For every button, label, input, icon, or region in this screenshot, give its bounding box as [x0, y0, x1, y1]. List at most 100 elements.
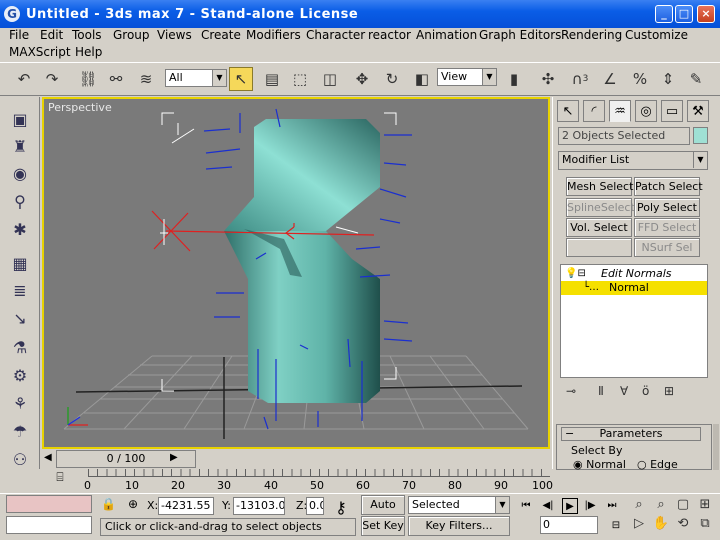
- spline-select-button[interactable]: SplineSelect: [566, 198, 635, 217]
- time-config-icon[interactable]: ⊟: [608, 518, 624, 534]
- move-icon[interactable]: ✥: [350, 67, 374, 91]
- x-coord-field[interactable]: -4231.55: [158, 497, 214, 515]
- zoom-icon[interactable]: ⌕: [630, 496, 648, 514]
- menu-animation[interactable]: Animation: [416, 28, 477, 42]
- modifier-list-dropdown[interactable]: Modifier List ▼: [558, 151, 708, 170]
- ffd-select-button[interactable]: FFD Select: [634, 218, 700, 237]
- lights-tab-icon[interactable]: ↘: [8, 306, 32, 330]
- show-end-result-icon[interactable]: Ⅱ: [598, 384, 604, 398]
- menu-customize[interactable]: Customize: [625, 28, 688, 42]
- goto-end-icon[interactable]: ⏭: [604, 498, 620, 514]
- goto-start-icon[interactable]: ⏮: [518, 498, 534, 514]
- maxscript-input-mini[interactable]: [6, 516, 92, 534]
- manipulate-icon[interactable]: ✣: [536, 67, 560, 91]
- modifiers-tab-icon[interactable]: ⚙: [8, 363, 32, 387]
- empty-modifier-button[interactable]: [566, 238, 632, 257]
- object-color-swatch[interactable]: [693, 127, 708, 144]
- lock-selection-icon[interactable]: 🔒: [101, 497, 116, 511]
- arc-rotate-icon[interactable]: ⟲: [674, 515, 692, 533]
- next-key-icon[interactable]: |▶: [582, 498, 598, 514]
- utilities-tab-icon[interactable]: ⚒: [687, 100, 709, 122]
- y-coord-field[interactable]: -13103.094: [233, 497, 285, 515]
- next-frame-icon[interactable]: ▶: [170, 452, 178, 463]
- stack-item-edit-normals[interactable]: 💡⊟ Edit Normals: [561, 267, 707, 281]
- menu-group[interactable]: Group: [113, 28, 150, 42]
- menu-tools[interactable]: Tools: [72, 28, 102, 42]
- shapes-tab-icon[interactable]: ♜: [8, 134, 32, 158]
- pivot-icon[interactable]: ▮: [502, 67, 526, 91]
- selection-name-field[interactable]: 2 Objects Selected: [558, 127, 690, 145]
- vol-select-button[interactable]: Vol. Select: [566, 218, 632, 237]
- menu-character[interactable]: Character: [306, 28, 365, 42]
- materials-tab-icon[interactable]: ⚗: [8, 335, 32, 359]
- patch-select-button[interactable]: Patch Select: [634, 177, 703, 196]
- key-mode-dropdown[interactable]: Selected ▼: [408, 496, 510, 514]
- cameras-tab-icon[interactable]: ≣: [8, 278, 32, 302]
- zoom-extents-icon[interactable]: ▢: [674, 496, 692, 514]
- lightbulb-icon[interactable]: 💡⊟: [565, 267, 586, 281]
- close-button[interactable]: ×: [697, 5, 715, 23]
- modifier-stack[interactable]: 💡⊟ Edit Normals └… Normal: [560, 264, 708, 378]
- select-by-name-icon[interactable]: ▤: [260, 67, 284, 91]
- helpers-tab-icon[interactable]: ✱: [8, 217, 32, 241]
- stack-item-normal[interactable]: └… Normal: [561, 281, 707, 295]
- 3dsmax-app-icon[interactable]: G: [4, 6, 20, 22]
- surface-tab-icon[interactable]: ▦: [8, 251, 32, 275]
- maximize-viewport-icon[interactable]: ⧉: [696, 515, 714, 533]
- motion-tab-icon[interactable]: ◎: [635, 100, 657, 122]
- parameters-rollout-header[interactable]: − Parameters: [561, 427, 701, 441]
- menu-maxscript[interactable]: MAXScript: [9, 45, 71, 59]
- modify-tab-icon[interactable]: ◜: [583, 100, 605, 122]
- prev-frame-icon[interactable]: ◀: [44, 452, 52, 463]
- objects-tab-icon[interactable]: ▣: [8, 107, 32, 131]
- window-crossing-icon[interactable]: ◫: [318, 67, 342, 91]
- unlink-icon[interactable]: ⚯: [104, 67, 128, 91]
- command-panel-scrollbar[interactable]: [713, 424, 719, 470]
- reference-coord-dropdown[interactable]: View ▼: [437, 68, 497, 86]
- undo-icon[interactable]: ↶: [12, 67, 36, 91]
- maxscript-listener-mini[interactable]: [6, 495, 92, 513]
- z-coord-field[interactable]: 0.0: [306, 497, 324, 515]
- angle-snap-icon[interactable]: ∠: [598, 67, 622, 91]
- radio-normal[interactable]: ◉ Normal: [573, 458, 626, 471]
- select-icon[interactable]: ↖: [229, 67, 253, 91]
- menu-help[interactable]: Help: [75, 45, 102, 59]
- radio-edge[interactable]: ○ Edge: [637, 458, 678, 471]
- configure-sets-icon[interactable]: ⊞: [664, 384, 674, 398]
- menu-reactor[interactable]: reactor: [368, 28, 411, 42]
- hierarchy-tab-icon[interactable]: ♒: [609, 100, 631, 122]
- auto-key-button[interactable]: Auto Key: [361, 495, 405, 529]
- absolute-mode-icon[interactable]: ⊕: [128, 497, 138, 511]
- mini-curve-editor-icon[interactable]: ⌸: [50, 470, 70, 490]
- redo-icon[interactable]: ↷: [40, 67, 64, 91]
- snap-3d-icon[interactable]: ∩ 3: [568, 67, 592, 91]
- key-filters-button[interactable]: Key Filters...: [408, 516, 510, 536]
- menu-modifiers[interactable]: Modifiers: [246, 28, 301, 42]
- percent-snap-icon[interactable]: %: [628, 67, 652, 91]
- rect-region-icon[interactable]: ⬚: [288, 67, 312, 91]
- compounds-tab-icon[interactable]: ◉: [8, 161, 32, 185]
- mesh-select-button[interactable]: Mesh Select: [566, 177, 633, 196]
- minimize-button[interactable]: _: [655, 5, 673, 23]
- menu-views[interactable]: Views: [157, 28, 192, 42]
- selection-filter-dropdown[interactable]: All ▼: [165, 69, 227, 87]
- display-tab-icon[interactable]: ▭: [661, 100, 683, 122]
- menu-rendering[interactable]: Rendering: [561, 28, 622, 42]
- spinner-snap-icon[interactable]: ⇕: [656, 67, 680, 91]
- set-key-button[interactable]: Set Key: [361, 516, 405, 536]
- current-frame-field[interactable]: 0: [540, 516, 598, 534]
- more-tab-icon[interactable]: ⚇: [8, 447, 32, 471]
- menu-edit[interactable]: Edit: [40, 28, 63, 42]
- reactor-tab-icon[interactable]: ⚘: [8, 391, 32, 415]
- zoom-all-icon[interactable]: ⌕: [652, 496, 670, 514]
- remove-modifier-icon[interactable]: ö: [642, 384, 649, 398]
- field-of-view-icon[interactable]: ▷: [630, 515, 648, 533]
- prev-key-icon[interactable]: ◀|: [540, 498, 556, 514]
- pin-stack-icon[interactable]: ⊸: [566, 384, 576, 398]
- menu-graph-editors[interactable]: Graph Editors: [479, 28, 561, 42]
- extruded-object[interactable]: [224, 119, 380, 403]
- trackbar[interactable]: 0 10 20 30 40 50 60 70 80 90 100: [42, 469, 553, 493]
- menu-file[interactable]: File: [9, 28, 29, 42]
- named-selection-icon[interactable]: ✎: [684, 67, 708, 91]
- menu-create[interactable]: Create: [201, 28, 241, 42]
